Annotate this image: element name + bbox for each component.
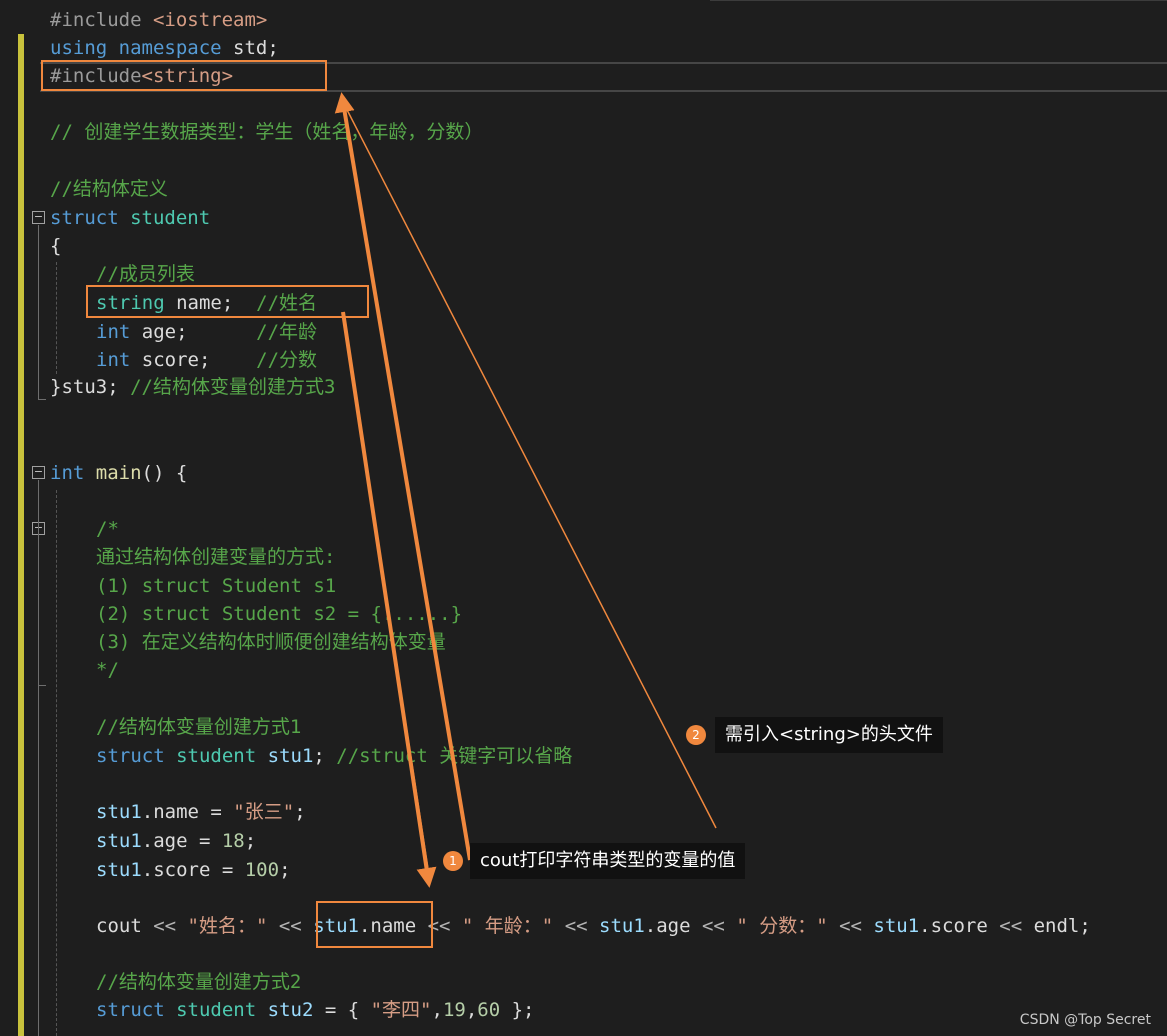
arrow-thin-stu1 (342, 311, 431, 881)
annotation-callout-include: 需引入<string>的头文件 (715, 717, 943, 753)
annotation-badge-2: 2 (686, 725, 706, 745)
annotation-badge-1: 1 (443, 851, 463, 871)
annotation-callout-cout: cout打印字符串类型的变量的值 (470, 843, 746, 879)
code-editor[interactable]: − − − #include <iostream> using namespac… (0, 0, 1167, 1036)
watermark: CSDN @Top Secret (1019, 1012, 1151, 1028)
arrow-thin-include (342, 101, 717, 829)
annotation-arrows (334, 92, 717, 888)
